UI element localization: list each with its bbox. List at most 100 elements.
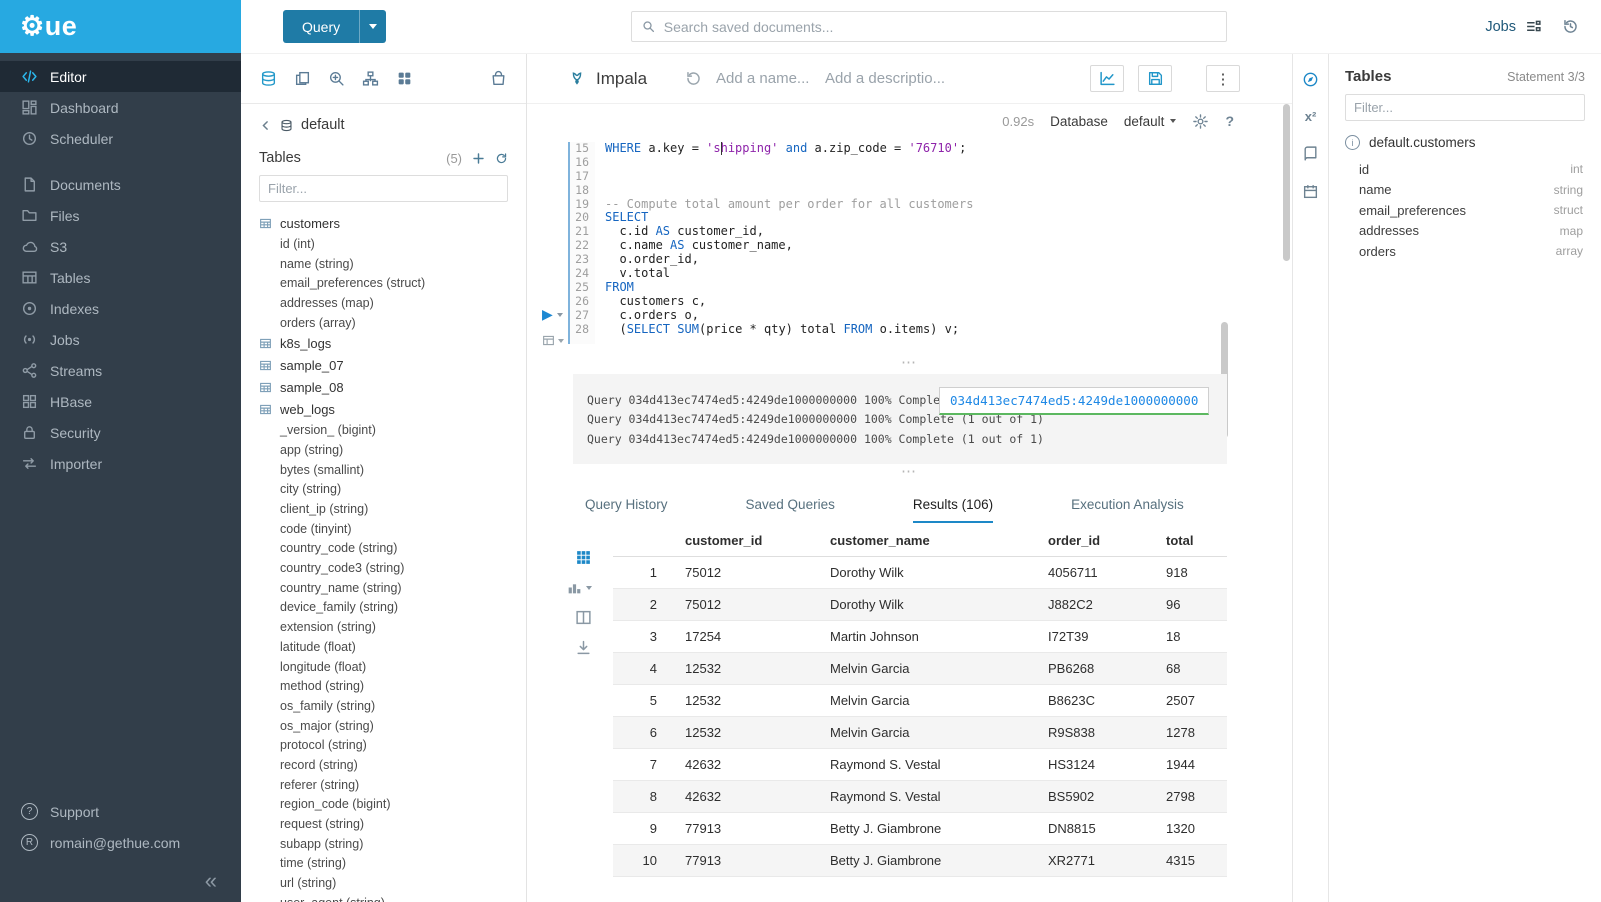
- hue-logo[interactable]: ⚙ue: [0, 0, 241, 53]
- resize-handle-bottom[interactable]: ⋯: [527, 469, 1292, 479]
- column-item[interactable]: city (string): [259, 480, 508, 500]
- nav-item-support[interactable]: ? Support: [0, 796, 241, 827]
- settings-gear-icon[interactable]: [1192, 113, 1209, 130]
- execute-button[interactable]: ▶: [542, 306, 563, 323]
- result-row[interactable]: 9 77913 Betty J. Giambrone DN8815 1320: [613, 813, 1227, 845]
- result-row[interactable]: 6 12532 Melvin Garcia R9S838 1278: [613, 717, 1227, 749]
- search-plus-icon[interactable]: [328, 70, 345, 87]
- column-item[interactable]: extension (string): [259, 617, 508, 637]
- column-item[interactable]: orders (array): [259, 313, 508, 333]
- right-assist-filter-input[interactable]: [1345, 94, 1585, 121]
- database-breadcrumb[interactable]: default: [259, 117, 508, 133]
- column-item[interactable]: referer (string): [259, 775, 508, 795]
- main-scrollbar[interactable]: [1283, 104, 1290, 261]
- column-item[interactable]: client_ip (string): [259, 499, 508, 519]
- column-item[interactable]: id (int): [259, 234, 508, 254]
- column-item[interactable]: email_preferences (struct): [259, 273, 508, 293]
- nav-item-hbase[interactable]: HBase: [0, 386, 241, 417]
- table-item-customers[interactable]: customers: [259, 212, 508, 234]
- column-item[interactable]: country_name (string): [259, 578, 508, 598]
- column-item[interactable]: region_code (bigint): [259, 795, 508, 815]
- assistant-compass-icon[interactable]: [1302, 71, 1319, 88]
- table-item-web-logs[interactable]: web_logs: [259, 398, 508, 420]
- result-row[interactable]: 4 12532 Melvin Garcia PB6268 68: [613, 653, 1227, 685]
- table-item-k8s-logs[interactable]: k8s_logs: [259, 332, 508, 354]
- column-item[interactable]: code (tinyint): [259, 519, 508, 539]
- help-icon[interactable]: ?: [1225, 113, 1234, 129]
- nav-item-indexes[interactable]: Indexes: [0, 293, 241, 324]
- table-item-sample-08[interactable]: sample_08: [259, 376, 508, 398]
- column-row[interactable]: name string: [1345, 180, 1585, 201]
- result-row[interactable]: 10 77913 Betty J. Giambrone XR2771 4315: [613, 845, 1227, 877]
- database-source-icon[interactable]: [260, 70, 277, 87]
- active-table-ref[interactable]: i default.customers: [1345, 135, 1585, 150]
- result-row[interactable]: 8 42632 Raymond S. Vestal BS5902 2798: [613, 781, 1227, 813]
- column-item[interactable]: time (string): [259, 854, 508, 874]
- search-box[interactable]: [631, 11, 1227, 42]
- search-input[interactable]: [664, 19, 1216, 35]
- column-item[interactable]: latitude (float): [259, 637, 508, 657]
- col-header-customer-name[interactable]: customer_name: [820, 525, 1038, 557]
- nav-item-user[interactable]: R romain@gethue.com: [0, 827, 241, 858]
- col-header-customer-id[interactable]: customer_id: [675, 525, 820, 557]
- nav-item-files[interactable]: Files: [0, 200, 241, 231]
- editor-options-button[interactable]: [542, 334, 564, 347]
- editor-code-lines[interactable]: WHERE a.key = 'shipping' and a.zip_code …: [595, 142, 1292, 344]
- col-header-total[interactable]: total: [1156, 525, 1227, 557]
- result-row[interactable]: 2 75012 Dorothy Wilk J882C2 96: [613, 589, 1227, 621]
- column-item[interactable]: bytes (smallint): [259, 460, 508, 480]
- column-row[interactable]: orders array: [1345, 241, 1585, 262]
- column-item[interactable]: subapp (string): [259, 834, 508, 854]
- chart-button[interactable]: [1090, 65, 1124, 92]
- sitemap-icon[interactable]: [362, 70, 379, 87]
- refresh-icon[interactable]: [495, 152, 508, 165]
- column-item[interactable]: longitude (float): [259, 657, 508, 677]
- nav-item-s3[interactable]: S3: [0, 231, 241, 262]
- chart-view-icon[interactable]: [566, 579, 592, 596]
- nav-item-documents[interactable]: Documents: [0, 169, 241, 200]
- column-item[interactable]: country_code (string): [259, 539, 508, 559]
- schedule-calendar-icon[interactable]: [1302, 183, 1319, 200]
- result-row[interactable]: 3 17254 Martin Johnson I72T39 18: [613, 621, 1227, 653]
- more-actions-button[interactable]: ⋮: [1206, 65, 1240, 92]
- functions-icon[interactable]: x²: [1305, 109, 1317, 124]
- column-item[interactable]: os_major (string): [259, 716, 508, 736]
- code-editor[interactable]: ▶ 1516171819202122232425262728 WHERE a.k…: [527, 138, 1292, 344]
- column-item[interactable]: user_agent (string): [259, 893, 508, 902]
- column-item[interactable]: app (string): [259, 440, 508, 460]
- grid-view-icon[interactable]: [575, 549, 592, 566]
- nav-item-scheduler[interactable]: Scheduler: [0, 123, 241, 154]
- result-row[interactable]: 5 12532 Melvin Garcia B8623C 2507: [613, 685, 1227, 717]
- column-row[interactable]: id int: [1345, 159, 1585, 180]
- resize-handle-top[interactable]: ⋯: [527, 360, 1292, 370]
- query-description-input[interactable]: [825, 70, 950, 87]
- engine-selector[interactable]: Impala: [567, 69, 647, 89]
- tab-saved-queries[interactable]: Saved Queries: [746, 497, 835, 523]
- col-header-order-id[interactable]: order_id: [1038, 525, 1156, 557]
- new-query-button[interactable]: Query: [283, 10, 386, 43]
- database-select[interactable]: default: [1124, 114, 1177, 129]
- nav-item-jobs[interactable]: Jobs: [0, 324, 241, 355]
- nav-item-editor[interactable]: Editor: [0, 61, 241, 92]
- column-item[interactable]: os_family (string): [259, 696, 508, 716]
- bag-icon[interactable]: [490, 70, 507, 87]
- column-item[interactable]: _version_ (bigint): [259, 420, 508, 440]
- column-item[interactable]: request (string): [259, 814, 508, 834]
- query-name-input[interactable]: [716, 70, 811, 87]
- documents-source-icon[interactable]: [294, 70, 311, 87]
- tab-execution-analysis[interactable]: Execution Analysis: [1071, 497, 1184, 523]
- apps-grid-icon[interactable]: [396, 70, 413, 87]
- column-row[interactable]: addresses map: [1345, 221, 1585, 242]
- sidebar-collapse-button[interactable]: «: [0, 858, 241, 894]
- nav-item-importer[interactable]: Importer: [0, 448, 241, 479]
- tab-query-history[interactable]: Query History: [585, 497, 668, 523]
- tables-filter-input[interactable]: [259, 175, 508, 202]
- column-item[interactable]: addresses (map): [259, 293, 508, 313]
- column-item[interactable]: url (string): [259, 873, 508, 893]
- tab-results[interactable]: Results (106): [913, 497, 993, 523]
- query-history-icon[interactable]: [685, 70, 702, 87]
- columns-view-icon[interactable]: [575, 609, 592, 626]
- nav-item-tables[interactable]: Tables: [0, 262, 241, 293]
- column-item[interactable]: country_code3 (string): [259, 558, 508, 578]
- column-item[interactable]: record (string): [259, 755, 508, 775]
